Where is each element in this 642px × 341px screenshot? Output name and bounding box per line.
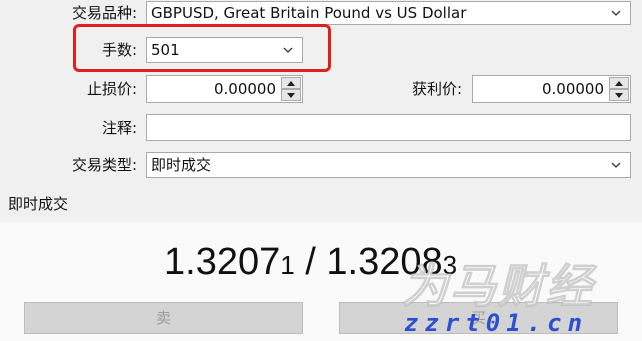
order-type-label: 交易类型: [71,156,137,174]
symbol-value: GBPUSD, Great Britain Pound vs US Dollar [151,4,467,22]
watermark-brand: 为马财经 [402,259,594,314]
comment-input[interactable] [146,114,631,141]
section-title: 即时成交 [8,195,69,213]
caret-down-icon [615,92,623,98]
stoploss-value: 0.00000 [213,80,276,98]
comment-label: 注释: [101,119,137,137]
sell-button[interactable]: 卖 [24,302,303,334]
bid-price: 1.3207 [164,241,281,283]
order-type-dropdown[interactable]: 即时成交 [146,152,631,178]
bid-price-pip: 1 [280,250,295,280]
chevron-down-icon [611,10,621,16]
stoploss-input[interactable]: 0.00000 [146,75,303,103]
symbol-label: 交易品种: [71,4,137,22]
caret-down-icon [287,92,295,98]
stoploss-increment-button[interactable] [281,77,301,89]
stoploss-decrement-button[interactable] [281,89,301,101]
order-type-value: 即时成交 [151,156,212,174]
volume-highlight-box [73,24,331,72]
takeprofit-input[interactable]: 0.00000 [472,75,631,103]
takeprofit-label: 获利价: [411,80,462,98]
takeprofit-value: 0.00000 [541,80,604,98]
stoploss-label: 止损价: [86,80,137,98]
takeprofit-increment-button[interactable] [609,77,629,89]
symbol-dropdown[interactable]: GBPUSD, Great Britain Pound vs US Dollar [146,1,631,25]
watermark-url: zzrt01.cn [404,309,589,337]
takeprofit-decrement-button[interactable] [609,89,629,101]
price-separator: / [294,241,327,283]
caret-up-icon [615,80,623,86]
chevron-down-icon [611,162,621,168]
caret-up-icon [287,80,295,86]
